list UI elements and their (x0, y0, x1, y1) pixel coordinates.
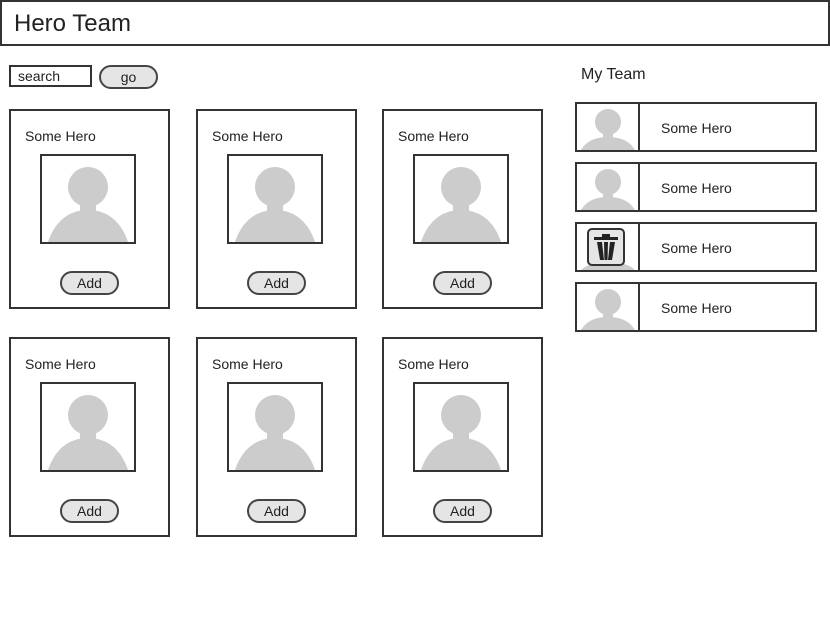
hero-card: Some Hero Add (9, 109, 170, 309)
avatar-icon (577, 284, 640, 330)
team-member-name: Some Hero (661, 300, 732, 316)
add-button[interactable]: Add (433, 271, 492, 295)
team-member-thumb (577, 224, 640, 270)
hero-name: Some Hero (212, 356, 283, 372)
app-header: Hero Team (0, 0, 830, 46)
team-title: My Team (581, 66, 646, 83)
add-button[interactable]: Add (247, 271, 306, 295)
avatar-icon (40, 154, 136, 244)
team-member-name: Some Hero (661, 120, 732, 136)
app-title: Hero Team (14, 10, 131, 37)
hero-name: Some Hero (212, 128, 283, 144)
avatar-icon (227, 154, 323, 244)
hero-name: Some Hero (25, 128, 96, 144)
hero-card: Some Hero Add (382, 337, 543, 537)
add-button[interactable]: Add (433, 499, 492, 523)
hero-card: Some Hero Add (382, 109, 543, 309)
avatar-icon (227, 382, 323, 472)
team-member[interactable]: Some Hero (575, 102, 817, 152)
team-member[interactable]: Some Hero (575, 222, 817, 272)
trash-icon[interactable] (587, 228, 625, 266)
go-button[interactable]: go (99, 65, 158, 89)
avatar-icon (577, 104, 640, 150)
hero-name: Some Hero (398, 356, 469, 372)
avatar-icon (413, 154, 509, 244)
team-member[interactable]: Some Hero (575, 282, 817, 332)
hero-name: Some Hero (25, 356, 96, 372)
hero-card: Some Hero Add (9, 337, 170, 537)
avatar-icon (413, 382, 509, 472)
hero-card: Some Hero Add (196, 337, 357, 537)
team-member-name: Some Hero (661, 180, 732, 196)
add-button[interactable]: Add (247, 499, 306, 523)
add-button[interactable]: Add (60, 271, 119, 295)
avatar-icon (40, 382, 136, 472)
add-button[interactable]: Add (60, 499, 119, 523)
team-member[interactable]: Some Hero (575, 162, 817, 212)
search-input[interactable] (9, 65, 92, 87)
hero-name: Some Hero (398, 128, 469, 144)
team-member-name: Some Hero (661, 240, 732, 256)
hero-card: Some Hero Add (196, 109, 357, 309)
avatar-icon (577, 164, 640, 210)
